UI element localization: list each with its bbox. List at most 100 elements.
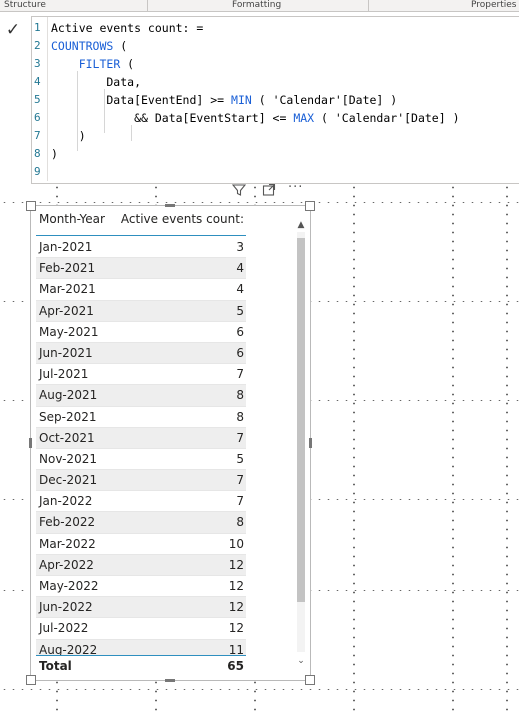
cell-month-year: Nov-2021 <box>39 451 97 466</box>
cell-active-events-count: 8 <box>236 409 244 424</box>
line-number: 2 <box>34 39 41 52</box>
cell-month-year: Feb-2022 <box>39 515 96 530</box>
table-row[interactable]: Dec-2021 7 <box>36 470 246 492</box>
table-row[interactable]: May-2022 12 <box>36 576 246 598</box>
line-number: 3 <box>34 57 41 70</box>
cell-active-events-count: 10 <box>228 536 244 551</box>
line-number: 7 <box>34 129 41 142</box>
resize-handle[interactable] <box>26 675 36 685</box>
cell-active-events-count: 8 <box>236 515 244 530</box>
formula-line[interactable]: 2 COUNTROWS ( <box>32 37 519 55</box>
table-row[interactable]: Jul-2021 7 <box>36 364 246 386</box>
formula-line[interactable]: 9 <box>32 163 519 181</box>
cell-active-events-count: 3 <box>236 240 244 254</box>
commit-check-icon[interactable]: ✓ <box>0 16 26 44</box>
scroll-up-icon[interactable]: ▲ <box>295 220 307 230</box>
formula-code: Data, <box>51 75 142 89</box>
scrollbar-thumb[interactable] <box>297 238 305 602</box>
filter-icon[interactable] <box>231 183 247 201</box>
vertical-scrollbar[interactable]: ▲ ⌄ <box>295 220 307 666</box>
table-row[interactable]: Jan-2021 3 <box>36 237 246 259</box>
total-row: Total 65 <box>36 655 246 676</box>
cell-active-events-count: 12 <box>228 600 244 615</box>
cell-active-events-count: 4 <box>236 261 244 276</box>
more-options-icon[interactable]: ··· <box>288 180 303 195</box>
cell-active-events-count: 12 <box>228 621 244 636</box>
formula-code: COUNTROWS ( <box>51 39 128 53</box>
resize-handle[interactable] <box>29 438 32 448</box>
grid-dots <box>506 183 508 714</box>
formula-code: FILTER ( <box>78 57 135 71</box>
total-label: Total <box>39 659 72 673</box>
resize-handle[interactable] <box>305 675 315 685</box>
table-row[interactable]: Apr-2022 12 <box>36 554 246 576</box>
formula-code: ) <box>51 129 86 143</box>
line-number: 5 <box>34 93 41 106</box>
line-number: 8 <box>34 147 41 160</box>
tab-formatting[interactable]: Formatting <box>232 0 281 10</box>
formula-line[interactable]: 4 Data, <box>32 73 519 91</box>
scroll-down-icon[interactable]: ⌄ <box>295 656 307 666</box>
table-row[interactable]: Jun-2022 12 <box>36 597 246 619</box>
cell-month-year: Mar-2022 <box>39 536 96 551</box>
line-number: 1 <box>34 21 41 34</box>
grid-dots <box>0 689 519 690</box>
tab-properties[interactable]: Properties <box>471 0 516 10</box>
table-row[interactable]: Nov-2021 5 <box>36 449 246 471</box>
grid-dots <box>353 183 355 714</box>
cell-active-events-count: 12 <box>228 579 244 593</box>
cell-month-year: Jun-2022 <box>39 600 93 615</box>
cell-month-year: Oct-2021 <box>39 430 95 445</box>
cell-month-year: Aug-2022 <box>39 642 98 655</box>
resize-handle[interactable] <box>305 201 315 211</box>
formula-line[interactable]: 8) <box>32 145 519 163</box>
line-number: 4 <box>34 75 41 88</box>
table-row[interactable]: Aug-2021 8 <box>36 385 246 407</box>
resize-handle[interactable] <box>165 679 175 682</box>
resize-handle[interactable] <box>26 201 36 211</box>
column-header-active-events-count[interactable]: Active events count: <box>121 206 244 232</box>
cell-month-year: Mar-2021 <box>39 282 96 297</box>
resize-handle[interactable] <box>309 438 312 448</box>
cell-active-events-count: 7 <box>236 494 244 509</box>
table-row[interactable]: Oct-2021 7 <box>36 427 246 449</box>
formula-code: && Data[EventStart] <= MAX ( 'Calendar'[… <box>51 111 460 125</box>
table-row[interactable]: Apr-2021 5 <box>36 300 246 322</box>
total-value: 65 <box>227 659 244 673</box>
cell-month-year: Sep-2021 <box>39 409 97 424</box>
table-row[interactable]: Sep-2021 8 <box>36 407 246 428</box>
divider <box>147 0 148 11</box>
table-row[interactable]: Aug-2022 11 <box>36 639 246 655</box>
cell-active-events-count: 4 <box>236 282 244 297</box>
formula-line[interactable]: 3 FILTER ( <box>32 55 519 73</box>
cell-month-year: Jun-2021 <box>39 345 93 360</box>
table-row[interactable]: Jul-2022 12 <box>36 618 246 640</box>
cell-active-events-count: 5 <box>236 303 244 318</box>
formula-line[interactable]: 7 ) <box>32 127 519 145</box>
cell-active-events-count: 7 <box>236 473 244 488</box>
formula-line[interactable]: 5 Data[EventEnd] >= MIN ( 'Calendar'[Dat… <box>32 91 519 109</box>
grid-dots <box>452 183 454 714</box>
table-row[interactable]: Jan-2022 7 <box>36 491 246 513</box>
table-row[interactable]: May-2021 6 <box>36 322 246 343</box>
formula-line[interactable]: 1 Active events count: = <box>32 19 519 37</box>
line-number: 6 <box>34 111 41 124</box>
table-row[interactable]: Jun-2021 6 <box>36 342 246 365</box>
cell-active-events-count: 6 <box>236 324 244 339</box>
table-row[interactable]: Feb-2021 4 <box>36 258 246 280</box>
table-visual[interactable]: Month-Year Active events count: Jan-2021… <box>26 201 315 685</box>
focus-mode-icon[interactable] <box>262 183 276 201</box>
cell-month-year: May-2021 <box>39 324 99 339</box>
table-row[interactable]: Mar-2021 4 <box>36 279 246 301</box>
table-row[interactable]: Mar-2022 10 <box>36 534 246 555</box>
cell-month-year: Jul-2021 <box>39 367 89 382</box>
tab-structure[interactable]: Structure <box>4 0 46 10</box>
cell-active-events-count: 7 <box>236 367 244 382</box>
table-row[interactable]: Feb-2022 8 <box>36 512 246 534</box>
cell-month-year: Jul-2022 <box>39 621 89 636</box>
divider <box>368 0 369 11</box>
dax-formula-editor[interactable]: 1 Active events count: = 2 COUNTROWS ( 3 FIL… <box>31 16 519 184</box>
formula-line[interactable]: 6 && Data[EventStart] <= MAX ( 'Calendar… <box>32 109 519 127</box>
cell-month-year: Jan-2022 <box>39 494 93 509</box>
column-header-month-year[interactable]: Month-Year <box>39 206 105 232</box>
